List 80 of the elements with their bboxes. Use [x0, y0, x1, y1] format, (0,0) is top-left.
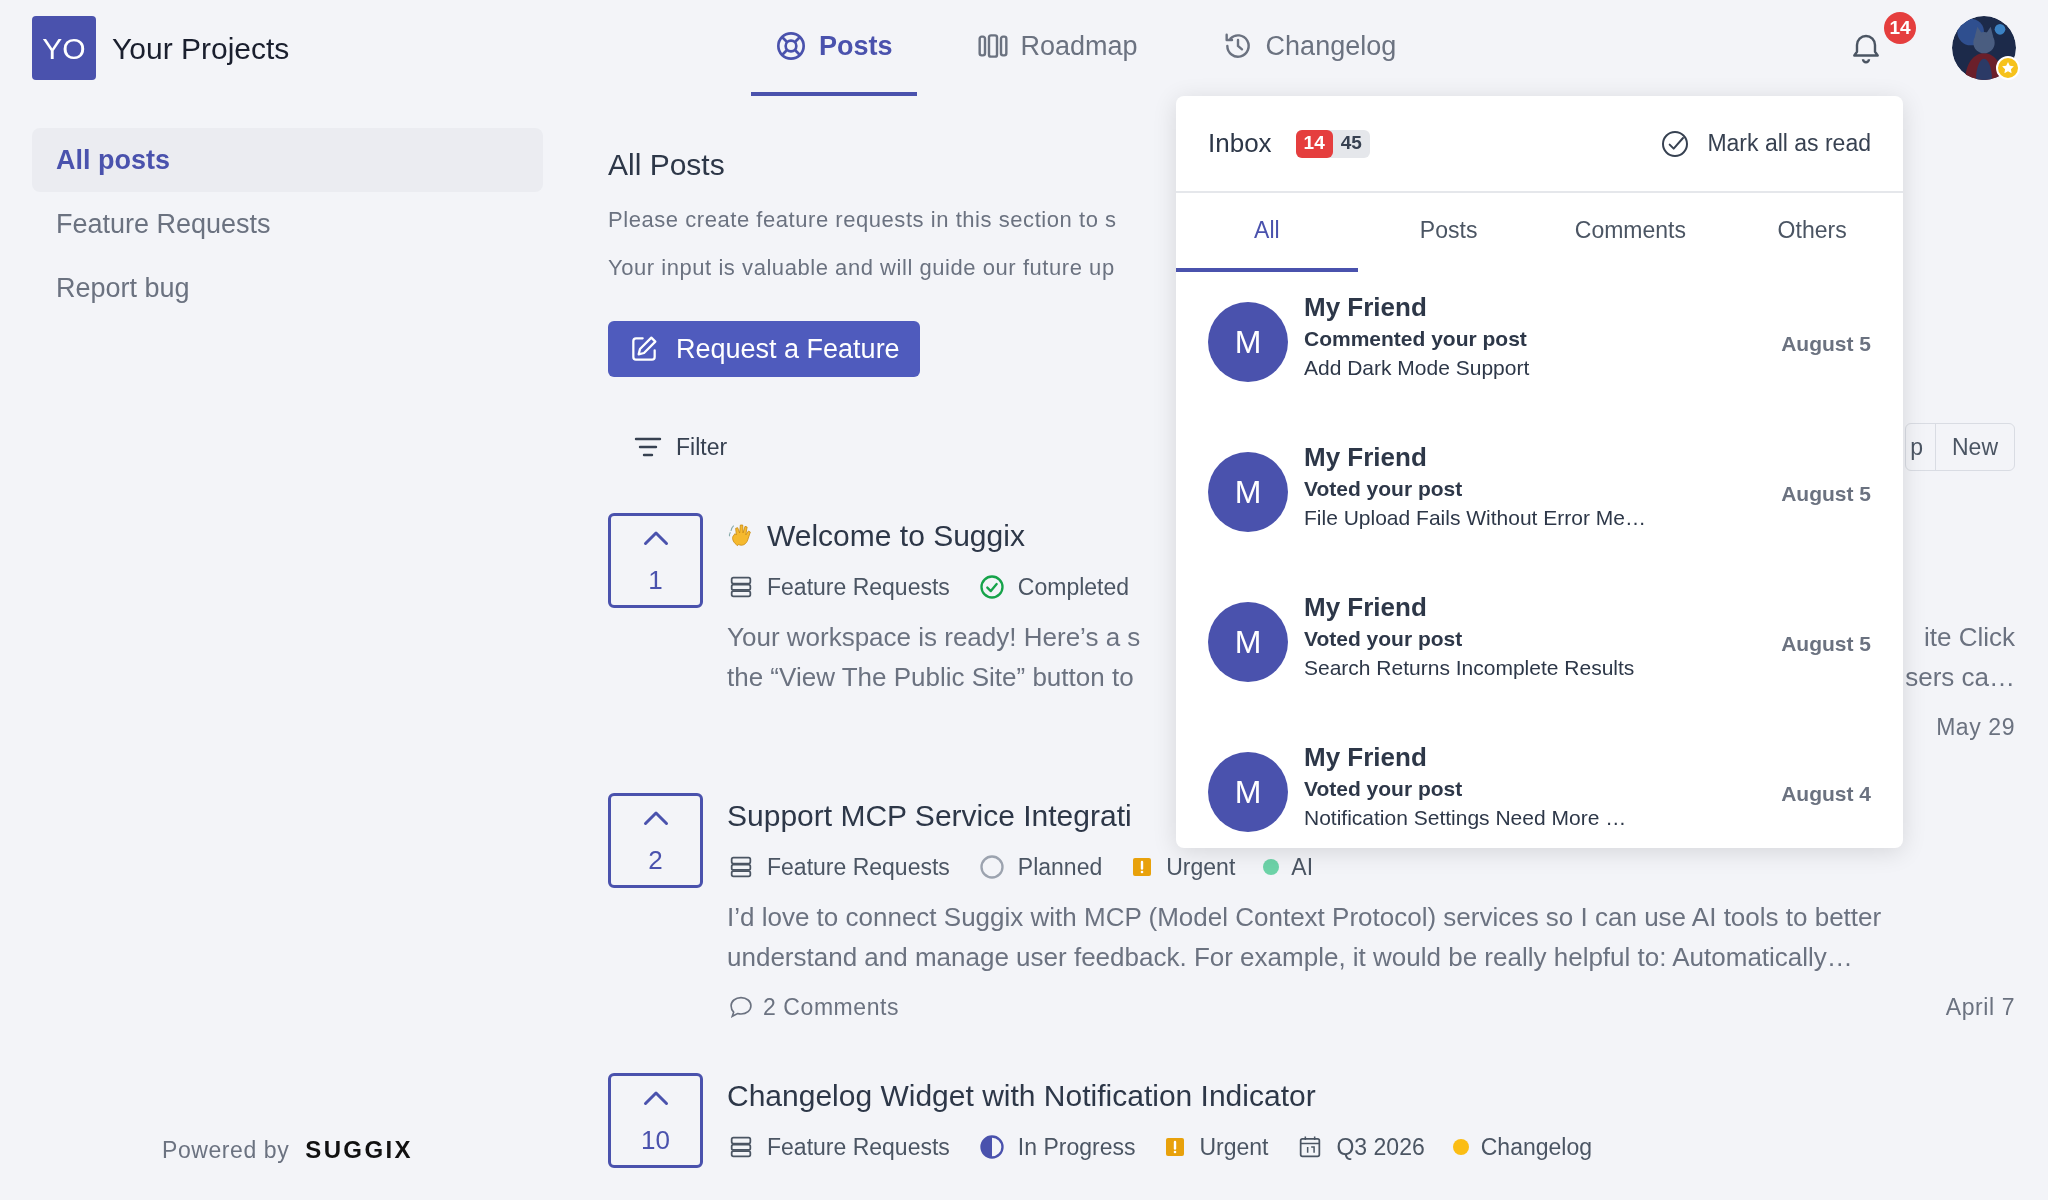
- post-name: Add Dark Mode Support: [1304, 355, 1531, 381]
- brand-logo[interactable]: SUGGIX: [305, 1132, 413, 1168]
- vote-button[interactable]: 1: [608, 513, 703, 608]
- sender-name: My Friend: [1304, 291, 1428, 324]
- half-circle-icon: [977, 1133, 1006, 1161]
- notification-action: Voted your post: [1304, 626, 1464, 652]
- check-circle-icon: [977, 573, 1006, 601]
- sidebar-item[interactable]: Report bug: [32, 256, 543, 320]
- meta-label: Urgent: [1199, 1132, 1269, 1162]
- inbox-title: Inbox: [1208, 127, 1272, 160]
- post-excerpt: I’d love to connect Suggix with MCP (Model Context Protocol) services so I can use AI tools to better: [727, 900, 1882, 934]
- notification-action: Voted your post: [1304, 476, 1464, 502]
- post-excerpt: Your workspace is ready! Here’s a s: [727, 620, 1141, 654]
- powered-by-text: Powered by: [162, 1135, 290, 1165]
- notification-item[interactable]: M My Friend Voted your post Search Returns Incomplete Results August 5: [1176, 572, 1903, 722]
- notification-item[interactable]: M My Friend Voted your post Notification Settings Need More … August 4: [1176, 722, 1903, 848]
- vote-button[interactable]: 2: [608, 793, 703, 888]
- circle-icon: [977, 853, 1006, 881]
- nav-tab[interactable]: Changelog: [1197, 0, 1421, 96]
- post-title[interactable]: Changelog Widget with Notification Indicator: [727, 1072, 1316, 1118]
- post-date: April 7: [1945, 992, 2015, 1022]
- notification-item[interactable]: M My Friend Commented your post Add Dark Mode Support August 5: [1176, 272, 1903, 422]
- sender-name: My Friend: [1304, 591, 1428, 624]
- avatar: M: [1208, 302, 1288, 382]
- post-excerpt: the “View The Public Site” button to: [727, 660, 1134, 694]
- meta-label: Feature Requests: [767, 852, 950, 882]
- avatar: M: [1208, 602, 1288, 682]
- description-text: Please create feature requests in this section to s: [608, 207, 1117, 233]
- meta-label: Feature Requests: [767, 572, 950, 602]
- inbox-tab[interactable]: All: [1176, 193, 1358, 272]
- post-name: Notification Settings Need More …: [1304, 805, 1628, 831]
- post-excerpt: understand and manage user feedback. For example, it would be really helpful to: Automatically…: [727, 940, 1853, 974]
- notification-date: August 5: [1781, 631, 1871, 657]
- inbox-tab[interactable]: Posts: [1357, 193, 1540, 272]
- vote-button[interactable]: 10: [608, 1073, 703, 1168]
- page-title: All Posts: [608, 147, 725, 183]
- post-excerpt: sers ca…: [1905, 660, 2015, 694]
- notification-date: August 5: [1781, 481, 1871, 507]
- request-feature-button[interactable]: Request a Feature: [608, 321, 920, 377]
- post-date: May 29: [1936, 712, 2015, 742]
- sidebar-item[interactable]: Feature Requests: [32, 192, 543, 256]
- meta-label: Planned: [1017, 852, 1103, 882]
- unread-count: 14: [1295, 129, 1333, 158]
- lifebuoy-icon: [775, 30, 807, 62]
- inbox-tab[interactable]: Comments: [1539, 193, 1722, 272]
- notification-date: August 5: [1781, 331, 1871, 357]
- logo[interactable]: YO: [32, 16, 96, 80]
- meta-label: In Progress: [1017, 1132, 1136, 1162]
- sort-option[interactable]: p: [1906, 424, 1935, 470]
- project-name: Your Projects: [112, 30, 290, 67]
- meta-label: Urgent: [1166, 852, 1236, 882]
- post-name: Search Returns Incomplete Results: [1304, 655, 1636, 681]
- inbox-tab[interactable]: Others: [1721, 193, 1903, 272]
- filter-button[interactable]: Filter: [632, 429, 728, 465]
- sender-name: My Friend: [1304, 741, 1428, 774]
- description-text: Your input is valuable and will guide our future up: [608, 255, 1115, 281]
- sidebar-item[interactable]: All posts: [32, 128, 543, 192]
- notification-action: Commented your post: [1304, 326, 1528, 352]
- meta-label: Q3 2026: [1336, 1132, 1425, 1162]
- comments-link[interactable]: 2 Comments: [727, 989, 900, 1025]
- notification-badge: 14: [1884, 12, 1916, 44]
- post-title[interactable]: Support MCP Service Integrati: [727, 792, 1132, 838]
- sort-option[interactable]: New: [1935, 424, 2014, 470]
- avatar: M: [1208, 752, 1288, 832]
- notification-date: August 4: [1781, 781, 1871, 807]
- post-title[interactable]: Welcome to Suggix: [767, 512, 1025, 558]
- post-excerpt: ite Click: [1924, 620, 2015, 654]
- avatar: M: [1208, 452, 1288, 532]
- tag-label: Changelog: [1480, 1132, 1592, 1162]
- nav-tab[interactable]: Posts: [751, 0, 917, 96]
- total-count: 45: [1339, 131, 1363, 156]
- mark-all-read-button[interactable]: Mark all as read: [1659, 126, 1871, 161]
- notification-item[interactable]: M My Friend Voted your post File Upload Fails Without Error Me… August 5: [1176, 422, 1903, 572]
- meta-label: Completed: [1017, 572, 1130, 602]
- notification-action: Voted your post: [1304, 776, 1464, 802]
- sender-name: My Friend: [1304, 441, 1428, 474]
- post-name: File Upload Fails Without Error Me…: [1304, 505, 1647, 531]
- nav-tab[interactable]: Roadmap: [952, 0, 1162, 96]
- tag-label: AI: [1291, 852, 1314, 882]
- meta-label: Feature Requests: [767, 1132, 950, 1162]
